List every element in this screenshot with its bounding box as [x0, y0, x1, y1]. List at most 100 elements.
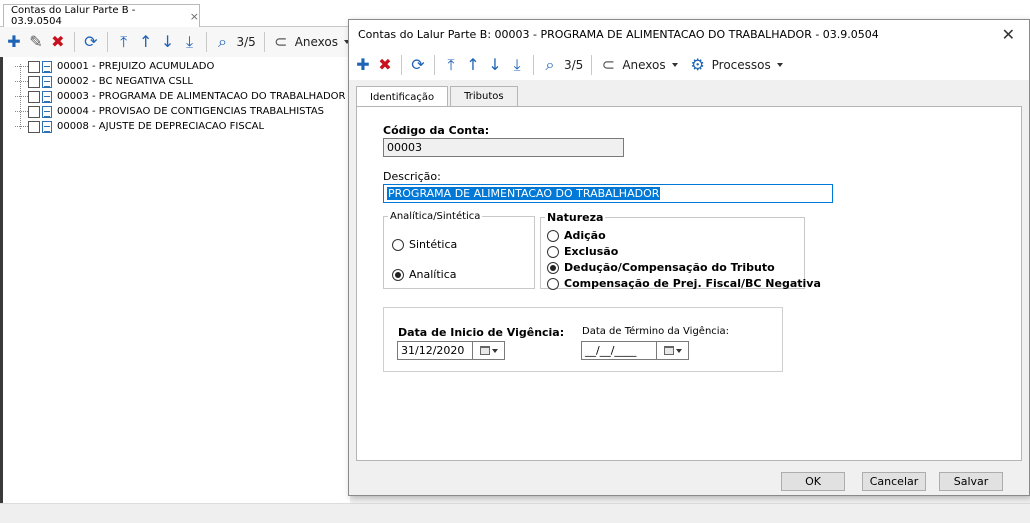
date-picker-button[interactable] [473, 341, 505, 360]
chevron-down-icon [491, 348, 498, 353]
descricao-input[interactable]: PROGRAMA DE ALIMENTACAO DO TRABALHADOR [383, 184, 833, 203]
tree-checkbox[interactable] [28, 120, 40, 133]
edit-icon[interactable]: ✎ [28, 34, 44, 50]
first-icon[interactable]: ⤒ [116, 34, 132, 50]
tree-item[interactable]: 00003 - PROGRAMA DE ALIMENTACAO DO TRABA… [15, 90, 345, 103]
tab-tributos[interactable]: Tributos [450, 86, 518, 106]
attachment-icon[interactable]: ⊂ [600, 57, 616, 73]
document-icon [42, 105, 52, 118]
natureza-legend: Natureza [547, 211, 604, 224]
chevron-down-icon[interactable] [671, 63, 678, 67]
search-icon[interactable]: ⌕ [542, 57, 558, 73]
close-icon[interactable]: ✕ [1002, 25, 1015, 44]
tree-item-label: 00003 - PROGRAMA DE ALIMENTACAO DO TRABA… [57, 91, 346, 102]
radio-adicao[interactable]: Adição [547, 229, 606, 242]
radio-button[interactable] [547, 229, 559, 242]
codigo-label: Código da Conta: [383, 124, 490, 137]
processos-menu[interactable]: Processos [712, 58, 771, 72]
refresh-icon[interactable]: ⟳ [410, 57, 426, 73]
record-counter: 3/5 [236, 35, 256, 49]
radio-label: Sintética [409, 238, 458, 251]
document-icon [42, 90, 52, 103]
tab-close-icon[interactable]: × [190, 10, 199, 23]
identificacao-page: Código da Conta: 00003 Descrição: PROGRA… [356, 106, 1022, 461]
radio-sintetica[interactable]: Sintética [392, 238, 457, 251]
toolbar-divider [434, 55, 435, 75]
last-icon[interactable]: ⤓ [509, 57, 525, 73]
tree-checkbox[interactable] [28, 75, 40, 88]
tree-item-label: 00008 - AJUSTE DE DEPRECIACAO FISCAL [57, 121, 265, 132]
anexos-menu[interactable]: Anexos [295, 35, 338, 49]
descricao-value: PROGRAMA DE ALIMENTACAO DO TRABALHADOR [387, 187, 661, 200]
termino-vigencia-label: Data de Término da Vigência: [582, 326, 730, 337]
dialog-title: Contas do Lalur Parte B: 00003 - PROGRAM… [358, 28, 879, 41]
calendar-icon [663, 346, 674, 355]
up-icon[interactable]: ↑ [465, 57, 481, 73]
gear-icon[interactable]: ⚙ [690, 57, 706, 73]
tree-checkbox[interactable] [28, 90, 40, 103]
radio-button[interactable] [392, 268, 404, 281]
cancel-button[interactable]: Cancelar [862, 472, 926, 491]
toolbar-divider [73, 32, 75, 52]
tree-checkbox[interactable] [28, 60, 40, 73]
delete-icon[interactable]: ✖ [50, 34, 66, 50]
toolbar-divider [591, 55, 593, 75]
delete-icon[interactable]: ✖ [377, 57, 393, 73]
toolbar-divider [533, 55, 534, 75]
plus-icon[interactable]: ✚ [355, 57, 371, 73]
plus-icon[interactable]: ✚ [6, 34, 22, 50]
chevron-down-icon[interactable] [776, 63, 783, 67]
calendar-icon [479, 346, 490, 355]
accounts-tree: 00001 - PREJUIZO ACUMULADO 00002 - BC NE… [0, 57, 350, 503]
tree-item-label: 00001 - PREJUIZO ACUMULADO [57, 61, 215, 72]
down-icon[interactable]: ↓ [487, 57, 503, 73]
codigo-field: 00003 [383, 138, 624, 157]
tree-item[interactable]: 00001 - PREJUIZO ACUMULADO [15, 60, 214, 73]
last-icon[interactable]: ⤓ [182, 34, 198, 50]
document-icon [42, 120, 52, 133]
radio-label: Dedução/Compensação do Tributo [564, 261, 775, 274]
radio-compensacao[interactable]: Compensação de Prej. Fiscal/BC Negativa [547, 277, 821, 290]
anexos-menu[interactable]: Anexos [622, 58, 665, 72]
radio-button[interactable] [547, 277, 559, 290]
attachment-icon[interactable]: ⊂ [273, 34, 289, 50]
tree-item[interactable]: 00002 - BC NEGATIVA CSLL [15, 75, 193, 88]
tree-item[interactable]: 00004 - PROVISAO DE CONTIGENCIAS TRABALH… [15, 105, 324, 118]
radio-exclusao[interactable]: Exclusão [547, 245, 618, 258]
refresh-icon[interactable]: ⟳ [83, 34, 99, 50]
toolbar-divider [205, 32, 207, 52]
toolbar-divider [263, 32, 265, 52]
ok-button[interactable]: OK [781, 472, 845, 491]
tree-checkbox[interactable] [28, 105, 40, 118]
vigencia-group [383, 307, 783, 372]
radio-label: Adição [564, 229, 606, 242]
toolbar-divider [401, 55, 402, 75]
record-counter: 3/5 [564, 58, 584, 72]
main-tab[interactable]: Contas do Lalur Parte B - 03.9.0504 × [3, 4, 200, 27]
dialog-toolbar: ✚ ✖ ⟳ ⤒ ↑ ↓ ⤓ ⌕ 3/5 ⊂ Anexos ⚙ Processos [349, 50, 1029, 80]
save-button[interactable]: Salvar [939, 472, 1003, 491]
radio-button[interactable] [547, 245, 559, 258]
toolbar-divider [106, 32, 108, 52]
inicio-vigencia-label: Data de Inicio de Vigência: [398, 326, 565, 339]
radio-button[interactable] [547, 261, 559, 274]
up-icon[interactable]: ↑ [138, 34, 154, 50]
descricao-label: Descrição: [383, 170, 441, 183]
search-icon[interactable]: ⌕ [215, 34, 231, 50]
radio-label: Analítica [409, 268, 457, 281]
account-dialog: Contas do Lalur Parte B: 00003 - PROGRAM… [348, 19, 1030, 496]
radio-label: Compensação de Prej. Fiscal/BC Negativa [564, 277, 821, 290]
radio-deducao[interactable]: Dedução/Compensação do Tributo [547, 261, 775, 274]
radio-button[interactable] [392, 238, 404, 251]
first-icon[interactable]: ⤒ [443, 57, 459, 73]
down-icon[interactable]: ↓ [160, 34, 176, 50]
status-strip [0, 503, 1030, 523]
termino-vigencia-input[interactable]: __/__/____ [581, 341, 657, 360]
radio-analitica[interactable]: Analítica [392, 268, 457, 281]
dialog-titlebar[interactable]: Contas do Lalur Parte B: 00003 - PROGRAM… [349, 20, 1029, 50]
tab-identificacao[interactable]: Identificação [356, 86, 449, 107]
inicio-vigencia-input[interactable]: 31/12/2020 [397, 341, 473, 360]
date-picker-button[interactable] [657, 341, 689, 360]
tree-item[interactable]: 00008 - AJUSTE DE DEPRECIACAO FISCAL [15, 120, 264, 133]
analitica-legend: Analítica/Sintética [390, 211, 481, 222]
